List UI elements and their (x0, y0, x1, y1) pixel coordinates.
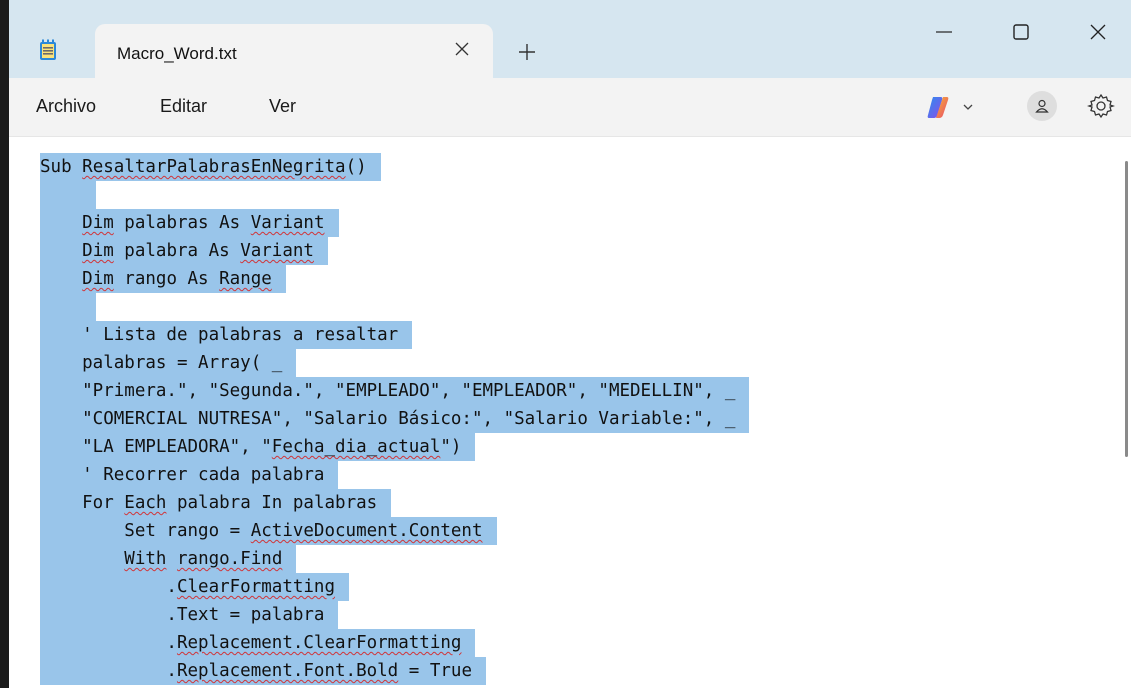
selected-text: .ClearFormatting (40, 573, 350, 601)
selected-text (40, 293, 97, 321)
code-line: For Each palabra In palabras (40, 489, 1100, 517)
selected-text (40, 181, 97, 209)
notepad-app-icon (40, 39, 56, 60)
spellcheck-flag: Dim (82, 241, 114, 261)
selected-text: With rango.Find (40, 545, 297, 573)
code-line: .Replacement.ClearFormatting (40, 629, 1100, 657)
selected-text: ' Lista de palabras a resaltar (40, 321, 413, 349)
selected-text: .Replacement.Font.Bold = True (40, 657, 486, 685)
code-line: .Replacement.Font.Bold = True (40, 657, 1100, 685)
code-line: palabras = Array( _ (40, 349, 1100, 377)
code-line: .Text = palabra (40, 601, 1100, 629)
menu-bar: Archivo Editar Ver (9, 78, 1131, 136)
selected-text: Sub ResaltarPalabrasEnNegrita() (40, 153, 381, 181)
selected-text: "LA EMPLEADORA", "Fecha_dia_actual") (40, 433, 476, 461)
code-line: ' Lista de palabras a resaltar (40, 321, 1100, 349)
code-line: .ClearFormatting (40, 573, 1100, 601)
settings-gear-icon[interactable] (1087, 92, 1115, 120)
close-icon (455, 42, 469, 56)
menu-archivo[interactable]: Archivo (36, 96, 96, 117)
vertical-scrollbar[interactable] (1125, 161, 1128, 457)
spellcheck-flag: ActiveDocument.Content (250, 521, 483, 541)
code-line: Set rango = ActiveDocument.Content (40, 517, 1100, 545)
code-line: "Primera.", "Segunda.", "EMPLEADO", "EMP… (40, 377, 1100, 405)
account-button[interactable] (1027, 91, 1057, 121)
tab-close-button[interactable] (451, 38, 473, 60)
selected-text: .Replacement.ClearFormatting (40, 629, 476, 657)
selected-text: .Text = palabra (40, 601, 339, 629)
spellcheck-flag: Dim (82, 269, 114, 289)
code-content[interactable]: Sub ResaltarPalabrasEnNegrita() Dim pala… (40, 153, 1100, 685)
new-tab-button[interactable] (515, 40, 539, 64)
spellcheck-flag: Replacement.ClearFormatting (176, 633, 462, 653)
selected-text: Dim palabra As Variant (40, 237, 328, 265)
maximize-icon (1013, 24, 1029, 40)
chevron-down-icon[interactable] (961, 100, 975, 114)
close-window-button[interactable] (1075, 12, 1121, 52)
user-icon (1035, 99, 1049, 113)
code-line: ' Recorrer cada palabra (40, 461, 1100, 489)
minimize-button[interactable] (921, 12, 967, 52)
selected-text: Set rango = ActiveDocument.Content (40, 517, 497, 545)
code-line: Sub ResaltarPalabrasEnNegrita() (40, 153, 1100, 181)
selected-text: For Each palabra In palabras (40, 489, 392, 517)
close-window-icon (1090, 24, 1106, 40)
spellcheck-flag: Replacement.Font.Bold (176, 661, 399, 681)
code-line (40, 181, 1100, 209)
code-line: Dim palabra As Variant (40, 237, 1100, 265)
title-bar[interactable]: Macro_Word.txt (9, 0, 1131, 80)
text-editor[interactable]: Sub ResaltarPalabrasEnNegrita() Dim pala… (9, 136, 1131, 688)
selected-text: palabras = Array( _ (40, 349, 297, 377)
desktop-edge (0, 0, 9, 688)
menu-ver[interactable]: Ver (269, 96, 296, 117)
spellcheck-flag: Each (124, 493, 167, 513)
selected-text: "Primera.", "Segunda.", "EMPLEADO", "EMP… (40, 377, 750, 405)
code-line: With rango.Find (40, 545, 1100, 573)
spellcheck-flag: Variant (240, 241, 314, 261)
code-line: Dim palabras As Variant (40, 209, 1100, 237)
tab-title: Macro_Word.txt (117, 44, 237, 63)
selected-text: ' Recorrer cada palabra (40, 461, 339, 489)
minimize-icon (936, 31, 952, 33)
spellcheck-flag: Variant (250, 213, 325, 233)
spellcheck-flag: ClearFormatting (176, 577, 336, 597)
spellcheck-flag: ResaltarPalabrasEnNegrita (82, 157, 346, 177)
spellcheck-flag: With (124, 549, 167, 569)
tab-macro-word[interactable]: Macro_Word.txt (95, 24, 493, 80)
copilot-icon[interactable] (925, 94, 951, 120)
selected-text: "COMERCIAL NUTRESA", "Salario Básico:", … (40, 405, 750, 433)
selected-text: Dim palabras As Variant (40, 209, 339, 237)
code-line (40, 293, 1100, 321)
code-line: Dim rango As Range (40, 265, 1100, 293)
menu-editar[interactable]: Editar (160, 96, 207, 117)
selected-text: Dim rango As Range (40, 265, 286, 293)
code-line: "LA EMPLEADORA", "Fecha_dia_actual") (40, 433, 1100, 461)
spellcheck-flag: Dim (82, 213, 114, 233)
plus-icon (519, 44, 535, 60)
spellcheck-flag: rango.Find (177, 549, 283, 569)
maximize-button[interactable] (998, 12, 1044, 52)
spellcheck-flag: Fecha_dia_actual (271, 437, 441, 457)
spellcheck-flag: Range (219, 269, 272, 289)
notepad-window: Macro_Word.txt Archivo Editar Ver Sub Re… (9, 0, 1131, 688)
code-line: "COMERCIAL NUTRESA", "Salario Básico:", … (40, 405, 1100, 433)
